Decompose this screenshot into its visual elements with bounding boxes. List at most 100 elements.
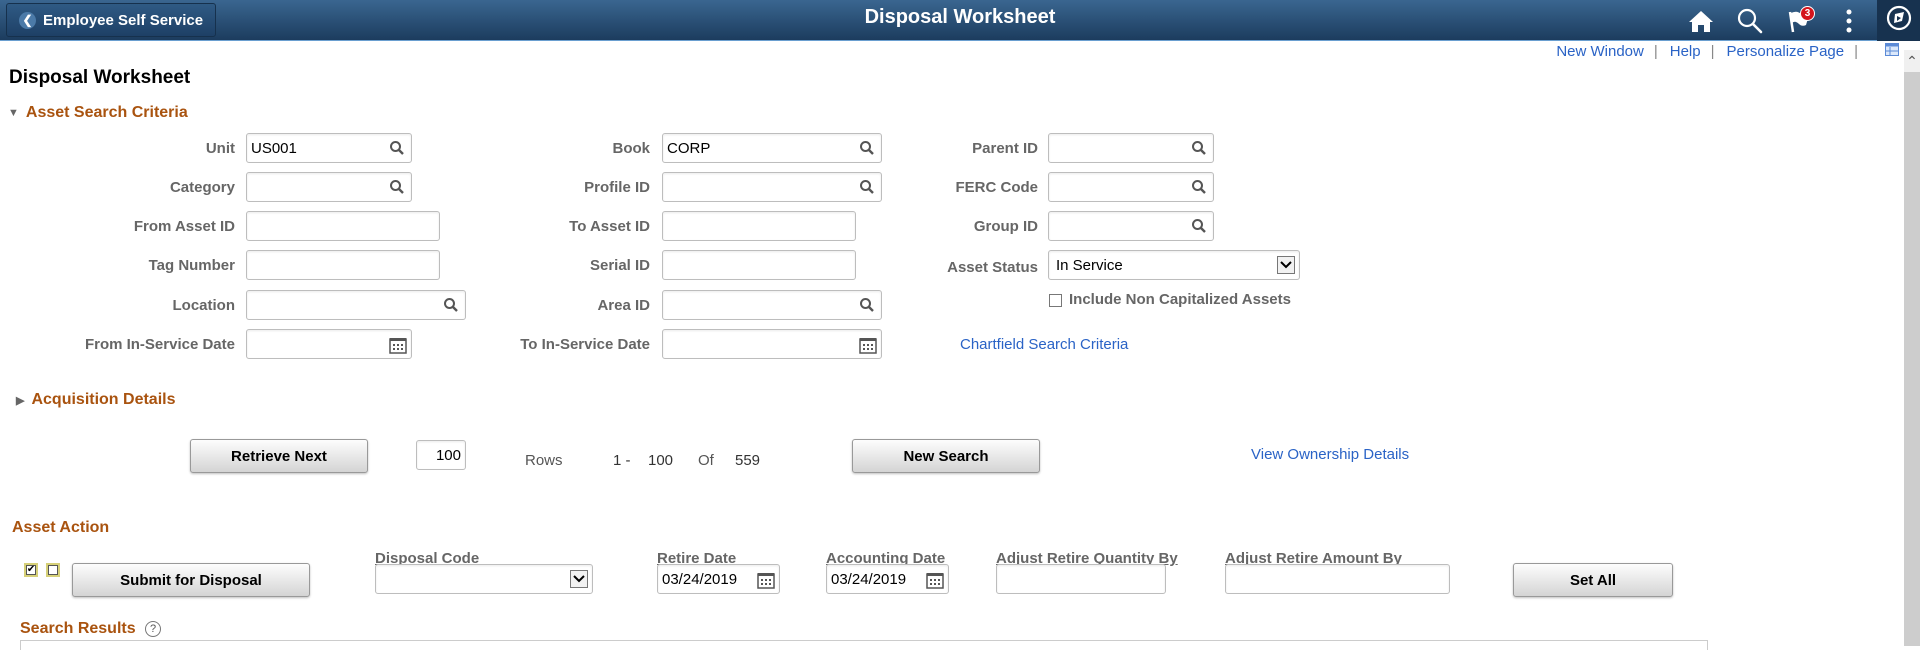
from-in-service-date-label: From In-Service Date: [84, 336, 235, 353]
category-input[interactable]: [251, 178, 407, 196]
unit-label: Unit: [205, 140, 235, 157]
unit-field[interactable]: [246, 133, 412, 163]
personalize-page-link[interactable]: Personalize Page: [1727, 43, 1845, 60]
range-start: 1 -: [613, 452, 631, 469]
profile-id-input[interactable]: [667, 178, 877, 196]
to-asset-id-input[interactable]: [667, 217, 851, 235]
checkmark-icon: ✔: [26, 564, 36, 575]
lookup-search-icon[interactable]: [859, 297, 875, 313]
category-field[interactable]: [246, 172, 412, 202]
banner: ❮ Employee Self Service Disposal Workshe…: [0, 0, 1920, 41]
from-asset-id-field[interactable]: [246, 211, 440, 241]
section-title: Asset Action: [12, 519, 110, 536]
calendar-icon[interactable]: [757, 571, 775, 589]
book-field[interactable]: [662, 133, 882, 163]
ferc-code-label: FERC Code: [955, 179, 1039, 196]
lookup-search-icon[interactable]: [859, 140, 875, 156]
to-in-service-date-input[interactable]: [667, 335, 877, 353]
to-in-service-date-label: To In-Service Date: [520, 336, 650, 353]
calendar-icon[interactable]: [926, 571, 944, 589]
asset-status-label: Asset Status: [947, 259, 1038, 276]
row-count-field[interactable]: 100: [416, 440, 466, 470]
lookup-search-icon[interactable]: [443, 297, 459, 313]
group-id-label: Group ID: [973, 218, 1038, 235]
accounting-date-field[interactable]: [826, 564, 949, 594]
help-icon[interactable]: ?: [145, 621, 161, 637]
adjust-retire-amount-input[interactable]: [1230, 570, 1445, 588]
from-in-service-date-input[interactable]: [251, 335, 407, 353]
retrieve-next-button[interactable]: Retrieve Next: [190, 439, 368, 473]
back-button-label: Employee Self Service: [43, 11, 204, 29]
back-button[interactable]: ❮ Employee Self Service: [6, 3, 216, 37]
of-label: Of: [698, 452, 714, 469]
calendar-icon[interactable]: [859, 336, 877, 354]
triangle-down-icon: ▼: [8, 107, 19, 119]
search-icon[interactable]: [1734, 6, 1766, 36]
tag-number-field[interactable]: [246, 250, 440, 280]
to-in-service-date-field[interactable]: [662, 329, 882, 359]
adjust-retire-quantity-input[interactable]: [1001, 570, 1161, 588]
location-input[interactable]: [251, 296, 461, 314]
page-links: New Window | Help | Personalize Page |: [1556, 43, 1870, 60]
area-id-input[interactable]: [667, 296, 877, 314]
lookup-search-icon[interactable]: [859, 179, 875, 195]
chartfield-search-criteria-link[interactable]: Chartfield Search Criteria: [960, 336, 1128, 353]
serial-id-input[interactable]: [667, 256, 851, 274]
retire-date-field[interactable]: [657, 564, 780, 594]
adjust-retire-quantity-field[interactable]: [996, 564, 1166, 594]
navbar-button[interactable]: [1877, 0, 1920, 41]
select-all-checkbox[interactable]: ✔: [24, 563, 38, 577]
view-ownership-details-link[interactable]: View Ownership Details: [1251, 446, 1409, 463]
book-input[interactable]: [667, 139, 877, 157]
acquisition-details-toggle[interactable]: ▶ Acquisition Details: [16, 391, 176, 409]
notification-flag-icon[interactable]: 3: [1784, 6, 1816, 36]
lookup-search-icon[interactable]: [389, 179, 405, 195]
serial-id-field[interactable]: [662, 250, 856, 280]
new-window-link[interactable]: New Window: [1556, 43, 1644, 60]
disposal-code-select[interactable]: [375, 564, 593, 594]
chevron-down-icon[interactable]: [1277, 256, 1295, 274]
help-link[interactable]: Help: [1670, 43, 1701, 60]
category-label: Category: [169, 179, 235, 196]
search-results-grid: [20, 640, 1708, 650]
submit-for-disposal-button[interactable]: Submit for Disposal: [72, 563, 310, 597]
unit-input[interactable]: [251, 139, 407, 157]
calendar-icon[interactable]: [389, 336, 407, 354]
home-icon[interactable]: [1685, 6, 1717, 36]
lookup-search-icon[interactable]: [1191, 218, 1207, 234]
asset-search-criteria-toggle[interactable]: ▼ Asset Search Criteria: [8, 104, 188, 122]
ferc-code-field[interactable]: [1048, 172, 1214, 202]
asset-action-header: Asset Action: [12, 519, 109, 537]
adjust-retire-amount-field[interactable]: [1225, 564, 1450, 594]
asset-status-select[interactable]: In Service: [1048, 250, 1300, 280]
actions-menu-icon[interactable]: [1833, 6, 1865, 36]
asset-status-value: In Service: [1056, 256, 1123, 274]
ferc-code-input[interactable]: [1053, 178, 1209, 196]
lookup-search-icon[interactable]: [1191, 140, 1207, 156]
parent-id-input[interactable]: [1053, 139, 1209, 157]
include-non-cap-checkbox[interactable]: [1049, 294, 1062, 307]
vertical-scrollbar[interactable]: ⌃: [1904, 50, 1920, 646]
search-results-header: Search Results: [20, 620, 136, 638]
group-id-input[interactable]: [1053, 217, 1209, 235]
from-in-service-date-field[interactable]: [246, 329, 412, 359]
profile-id-label: Profile ID: [584, 179, 650, 196]
area-id-field[interactable]: [662, 290, 882, 320]
personalize-grid-icon[interactable]: [1885, 43, 1899, 56]
chevron-down-icon[interactable]: [570, 570, 588, 588]
scroll-up-icon[interactable]: ⌃: [1904, 50, 1920, 72]
from-asset-id-input[interactable]: [251, 217, 435, 235]
navbar-compass-icon: [1886, 5, 1912, 36]
serial-id-label: Serial ID: [589, 257, 650, 274]
parent-id-field[interactable]: [1048, 133, 1214, 163]
to-asset-id-field[interactable]: [662, 211, 856, 241]
set-all-button[interactable]: Set All: [1513, 563, 1673, 597]
tag-number-input[interactable]: [251, 256, 435, 274]
lookup-search-icon[interactable]: [1191, 179, 1207, 195]
location-field[interactable]: [246, 290, 466, 320]
group-id-field[interactable]: [1048, 211, 1214, 241]
new-search-button[interactable]: New Search: [852, 439, 1040, 473]
lookup-search-icon[interactable]: [389, 140, 405, 156]
profile-id-field[interactable]: [662, 172, 882, 202]
deselect-all-checkbox[interactable]: [46, 563, 60, 577]
